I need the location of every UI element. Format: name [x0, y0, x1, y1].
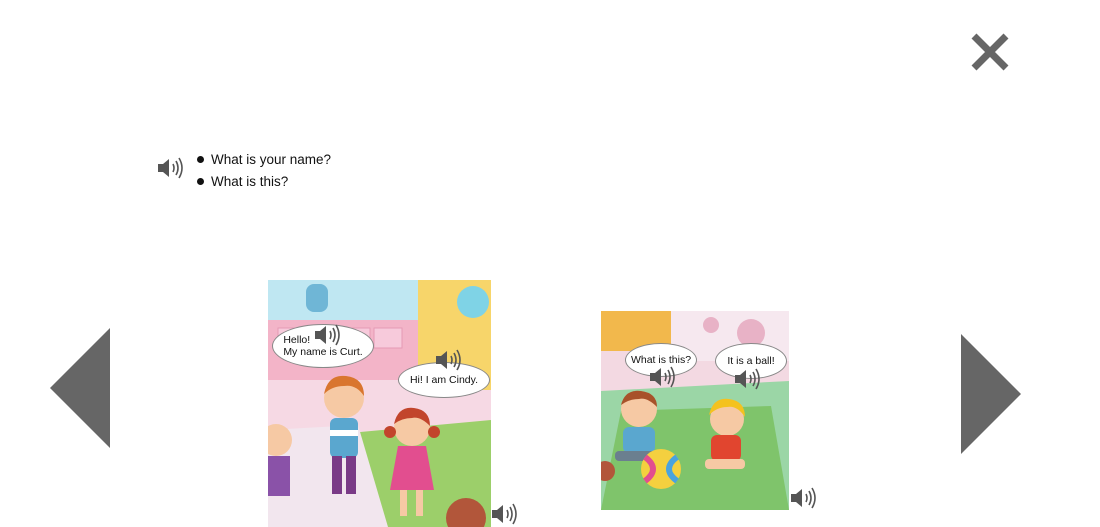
speaker-icon[interactable]	[434, 347, 464, 373]
next-page-button[interactable]	[961, 334, 1021, 454]
scene-illustration-2: What is this? It is a ball!	[601, 311, 789, 510]
speaker-icon[interactable]	[156, 155, 186, 181]
speaker-icon[interactable]	[313, 322, 343, 348]
question-item: What is this?	[196, 173, 331, 195]
question-list: What is your name? What is this?	[196, 151, 331, 195]
speaker-icon[interactable]	[490, 501, 520, 527]
scene-illustration-1: Hello! My name is Curt. Hi! I am Cindy.	[268, 280, 491, 527]
previous-page-button[interactable]	[50, 328, 110, 448]
speaker-icon[interactable]	[733, 366, 763, 392]
question-item: What is your name?	[196, 151, 331, 173]
speaker-icon[interactable]	[789, 485, 819, 511]
bubble-text: Hi! I am Cindy.	[409, 374, 479, 386]
speaker-icon[interactable]	[648, 364, 678, 390]
close-icon[interactable]	[968, 30, 1012, 74]
